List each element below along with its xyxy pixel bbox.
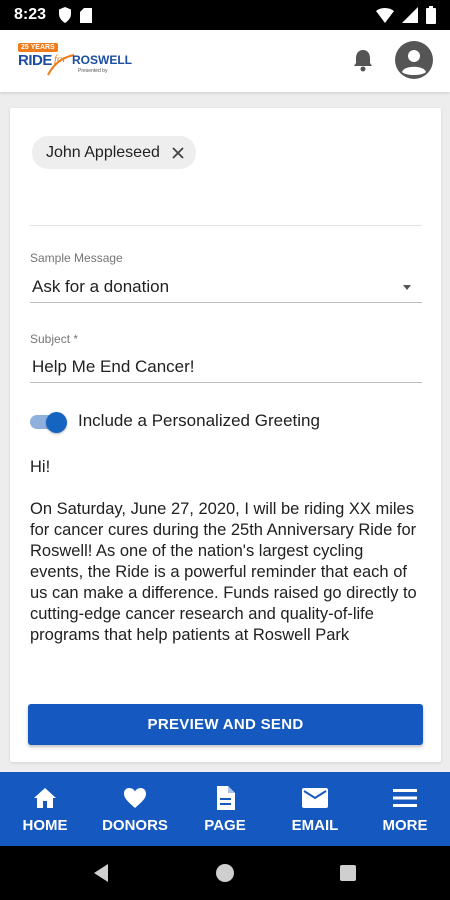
- toggle-thumb: [46, 412, 67, 433]
- subject-underline: [30, 382, 422, 383]
- bottom-nav: HOME DONORS PAGE EMAIL MORE: [0, 772, 450, 846]
- recents-icon[interactable]: [340, 865, 356, 881]
- personalized-greeting-label: Include a Personalized Greeting: [78, 411, 320, 430]
- chevron-down-icon[interactable]: [403, 285, 411, 290]
- menu-icon: [393, 788, 417, 807]
- subject-label: Subject *: [30, 332, 79, 346]
- recipient-chip-label: John Appleseed: [46, 143, 160, 161]
- logo-roswell: ROSWELL: [72, 53, 132, 67]
- system-nav-bar: [0, 846, 450, 900]
- document-icon: [217, 785, 235, 810]
- logo-presented: Presented by: [78, 68, 108, 74]
- nav-more-label: MORE: [382, 816, 428, 834]
- wifi-icon: [376, 7, 394, 23]
- nav-home-label: HOME: [22, 816, 68, 834]
- subject-input[interactable]: Help Me End Cancer!: [32, 357, 195, 377]
- app-bar: 25 YEARS RIDE for ROSWELL Presented by: [0, 30, 450, 92]
- personalized-greeting-toggle[interactable]: [30, 410, 70, 434]
- back-icon[interactable]: [92, 863, 110, 883]
- nav-page[interactable]: PAGE: [180, 772, 270, 846]
- email-compose-card: John Appleseed Sample Message Ask for a …: [10, 108, 441, 762]
- recipient-chip[interactable]: John Appleseed: [32, 136, 196, 169]
- home-icon: [34, 787, 56, 808]
- profile-avatar[interactable]: [395, 41, 433, 79]
- nav-page-label: PAGE: [204, 816, 246, 834]
- nav-home[interactable]: HOME: [0, 772, 90, 846]
- sample-message-select[interactable]: Ask for a donation: [32, 277, 169, 297]
- sample-message-underline: [30, 302, 422, 303]
- close-icon[interactable]: [172, 146, 184, 159]
- preview-and-send-button[interactable]: PREVIEW AND SEND: [28, 704, 423, 745]
- nav-donors[interactable]: DONORS: [90, 772, 180, 846]
- bell-icon[interactable]: [352, 48, 374, 72]
- message-greeting: Hi!: [30, 458, 51, 476]
- account-icon: [402, 50, 426, 75]
- ride-for-roswell-logo[interactable]: 25 YEARS RIDE for ROSWELL Presented by: [16, 43, 132, 79]
- shield-icon: [59, 7, 72, 23]
- signal-icon: [402, 7, 418, 23]
- logo-badge: 25 YEARS: [18, 43, 58, 52]
- logo-for: for: [54, 53, 67, 65]
- nav-donors-label: DONORS: [102, 816, 168, 834]
- status-time: 8:23: [14, 6, 47, 23]
- recipients-divider: [30, 225, 422, 226]
- status-bar: 8:23: [0, 0, 450, 30]
- nav-email[interactable]: EMAIL: [270, 772, 360, 846]
- nav-email-label: EMAIL: [291, 816, 339, 834]
- battery-icon: [426, 6, 436, 24]
- home-button-icon[interactable]: [216, 864, 234, 882]
- email-icon: [302, 787, 328, 808]
- sample-message-label: Sample Message: [30, 251, 123, 265]
- sd-card-icon: [80, 7, 93, 23]
- message-body[interactable]: Hi! On Saturday, June 27, 2020, I will b…: [30, 457, 418, 662]
- heart-icon: [124, 787, 146, 808]
- message-paragraph: On Saturday, June 27, 2020, I will be ri…: [30, 500, 417, 644]
- nav-more[interactable]: MORE: [360, 772, 450, 846]
